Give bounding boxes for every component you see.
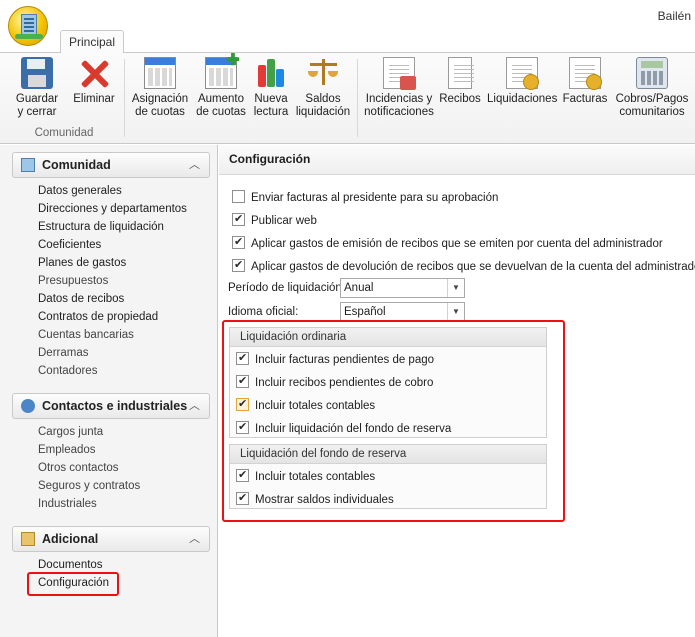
check-gastos-emision[interactable]: Aplicar gastos de emisión de recibos que… [232,235,663,250]
checkbox[interactable] [236,491,249,505]
nav-item-cargos-junta[interactable]: Cargos junta [38,426,103,438]
incidencias-button[interactable]: Incidencias y notificaciones [362,57,436,119]
dropdown-arrow-icon[interactable]: ▼ [447,279,464,297]
group-fondo-reserva: Liquidación del fondo de reserva Incluir… [229,444,547,509]
nav-section-contactos[interactable]: Contactos e industriales ︿ [12,393,210,419]
checkbox[interactable] [236,374,249,388]
nav-item-contratos[interactable]: Contratos de propiedad [38,311,158,323]
group-liquidacion-ordinaria: Liquidación ordinaria Incluir facturas p… [229,327,547,438]
nav-item-empleados[interactable]: Empleados [38,444,96,456]
check-enviar-facturas[interactable]: Enviar facturas al presidente para su ap… [232,190,498,204]
calendar-add-icon: ✚ [205,53,240,89]
window-title: Bailén [657,9,691,23]
idioma-label: Idioma oficial: [228,306,299,318]
tab-principal[interactable]: Principal [60,30,124,53]
nav-item-planes-gastos[interactable]: Planes de gastos [38,257,126,269]
check-facturas-pendientes[interactable]: Incluir facturas pendientes de pago [236,351,434,366]
nav-item-estructura[interactable]: Estructura de liquidación [38,221,164,233]
checkbox[interactable] [236,351,249,365]
aumento-cuotas-button[interactable]: ✚ Aumento de cuotas [193,53,249,119]
delete-icon [78,57,110,89]
check-totales-contables[interactable]: Incluir totales contables [236,397,375,412]
checkbox[interactable] [236,397,249,411]
nav-item-datos-generales[interactable]: Datos generales [38,185,122,197]
building-icon [21,14,37,36]
recibos-button[interactable]: Recibos [438,57,482,106]
checkbox[interactable] [232,235,245,249]
idioma-select[interactable]: Español ▼ [340,302,465,322]
liquidaciones-button[interactable]: Liquidaciones [487,57,557,106]
checkbox[interactable] [232,190,245,203]
delete-button[interactable]: Eliminar [70,57,118,106]
asignacion-cuotas-button[interactable]: Asignación de cuotas [130,57,190,119]
checkbox[interactable] [236,468,249,482]
app-menu-button[interactable] [8,6,48,46]
nav-item-derramas[interactable]: Derramas [38,347,88,359]
periodo-select[interactable]: Anual ▼ [340,278,465,298]
dropdown-arrow-icon[interactable]: ▼ [447,303,464,321]
notification-icon [383,57,416,90]
nav-item-cuentas[interactable]: Cuentas bancarias [38,329,134,341]
nav-section-adicional[interactable]: Adicional ︿ [12,526,210,552]
cobros-pagos-button[interactable]: Cobros/Pagos comunitarios [614,57,690,119]
check-fondo-reserva[interactable]: Incluir liquidación del fondo de reserva [236,420,451,435]
highlight-frame-configuracion [27,572,119,596]
periodo-label: Período de liquidación: [228,282,345,294]
nav-item-presupuestos[interactable]: Presupuestos [38,275,108,287]
check-saldos-individuales[interactable]: Mostrar saldos individuales [236,491,394,506]
invoice-icon [569,57,602,90]
group-title: Liquidación del fondo de reserva [230,445,546,464]
group-title: Liquidación ordinaria [230,328,546,347]
left-nav [0,145,218,637]
nav-item-industriales[interactable]: Industriales [38,498,97,510]
save-icon [21,57,53,89]
chevron-up-icon: ︿ [189,159,200,171]
checkbox[interactable] [236,420,249,434]
receipt-icon [448,57,474,89]
nav-item-seguros[interactable]: Seguros y contratos [38,480,140,492]
contacts-icon [21,399,35,413]
check-publicar-web[interactable]: Publicar web [232,212,317,227]
check-recibos-pendientes[interactable]: Incluir recibos pendientes de cobro [236,374,433,389]
chevron-up-icon: ︿ [189,533,200,545]
nav-section-comunidad[interactable]: Comunidad ︿ [12,152,210,178]
chevron-up-icon: ︿ [189,400,200,412]
calculator-icon [636,57,668,89]
scale-icon [307,57,339,89]
nueva-lectura-button[interactable]: Nueva lectura [251,57,291,119]
nav-item-coeficientes[interactable]: Coeficientes [38,239,101,251]
saldos-liquidacion-button[interactable]: Saldos liquidación [294,57,352,119]
check-gastos-devolucion[interactable]: Aplicar gastos de devolución de recibos … [232,258,695,273]
nav-item-otros-contactos[interactable]: Otros contactos [38,462,119,474]
folder-icon [21,532,35,546]
ribbon: Guardar y cerrar Eliminar Comunidad Asig… [0,52,695,144]
nav-item-datos-recibos[interactable]: Datos de recibos [38,293,124,305]
nav-item-direcciones[interactable]: Direcciones y departamentos [38,203,187,215]
page-title: Configuración [219,145,695,175]
facturas-button[interactable]: Facturas [561,57,609,106]
bar-chart-icon [255,57,287,89]
building-icon [21,158,35,172]
nav-item-documentos[interactable]: Documentos [38,559,103,571]
calendar-icon [144,57,176,89]
checkbox[interactable] [232,258,245,272]
checkbox[interactable] [232,212,245,226]
liquidation-icon [506,57,539,90]
save-close-button[interactable]: Guardar y cerrar [14,57,60,119]
ribbon-group-label: Comunidad [34,127,94,139]
check-fondo-totales-contables[interactable]: Incluir totales contables [236,468,375,483]
nav-item-contadores[interactable]: Contadores [38,365,97,377]
